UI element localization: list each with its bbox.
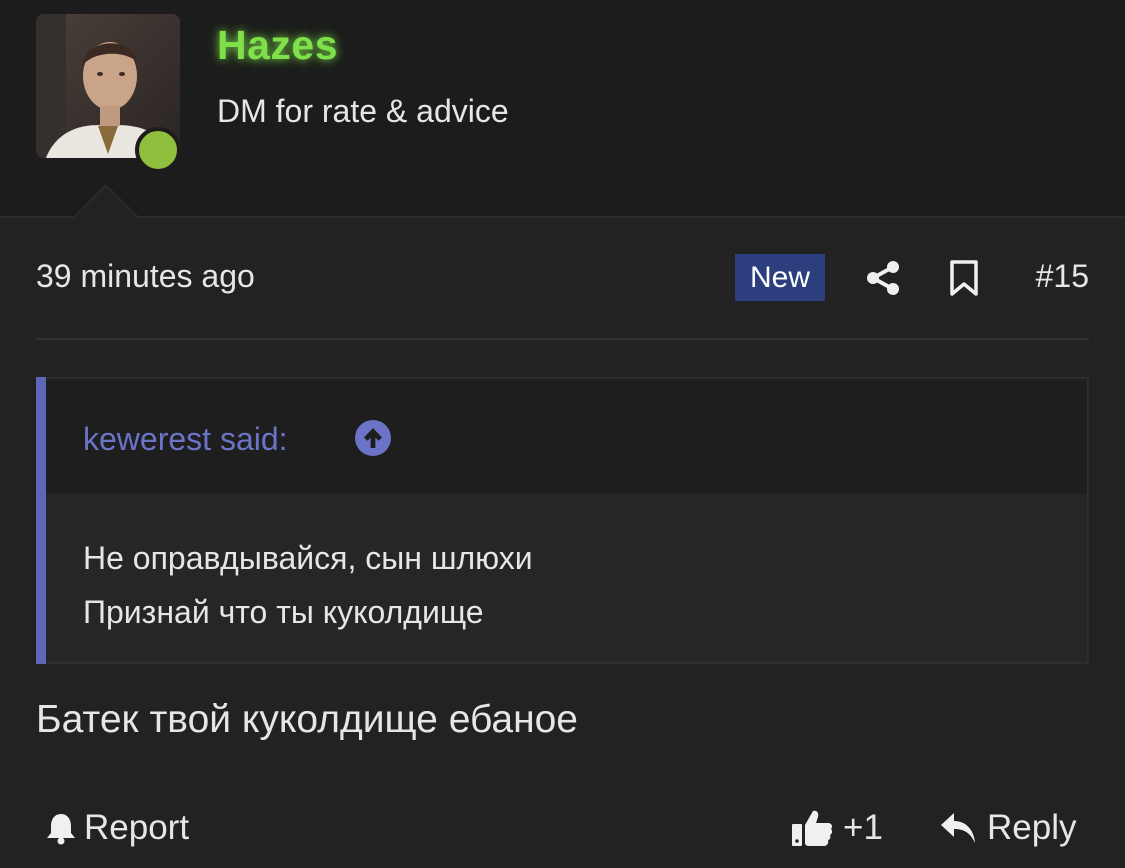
bell-icon [47,814,75,845]
quote-accent-bar [36,377,46,664]
post-header: Hazes DM for rate & advice [0,0,1125,218]
reply-icon [941,813,975,843]
new-badge: New [735,254,825,301]
report-label: Report [84,808,190,847]
post-timestamp[interactable]: 39 minutes ago [36,258,255,295]
quote-line: Не оправдывайся, сын шлюхи [83,540,533,576]
like-button[interactable]: +1 [791,806,883,850]
quote-block: kewerest said: Не оправдывайся, сын шлюх… [36,377,1089,664]
post-body: Батек твой куколдище ебаное [36,698,579,741]
quote-line: Признай что ты куколдище [83,594,484,630]
reply-button[interactable]: Reply [939,806,1076,850]
reply-label: Reply [987,808,1077,847]
header-notch-inner [74,187,138,218]
forum-post: Hazes DM for rate & advice 39 minutes ag… [0,0,1125,868]
post-meta: 39 minutes ago New #15 [36,240,1089,316]
report-button[interactable]: Report [44,806,189,850]
share-icon[interactable] [865,260,901,296]
quote-author[interactable]: kewerest said: [83,421,288,458]
bookmark-icon[interactable] [948,259,980,297]
user-title: DM for rate & advice [217,93,509,129]
avatar-container[interactable] [36,14,181,173]
quote-header: kewerest said: [46,379,1087,494]
post-number-link[interactable]: #15 [1036,258,1089,295]
divider [36,338,1089,340]
arrow-up-circle-icon[interactable] [354,419,392,457]
thumbs-up-icon [792,810,833,846]
like-count: +1 [843,808,883,847]
online-status-indicator [135,127,181,173]
username[interactable]: Hazes [217,22,338,69]
quote-body: Не оправдывайся, сын шлюхи Признай что т… [83,531,533,639]
